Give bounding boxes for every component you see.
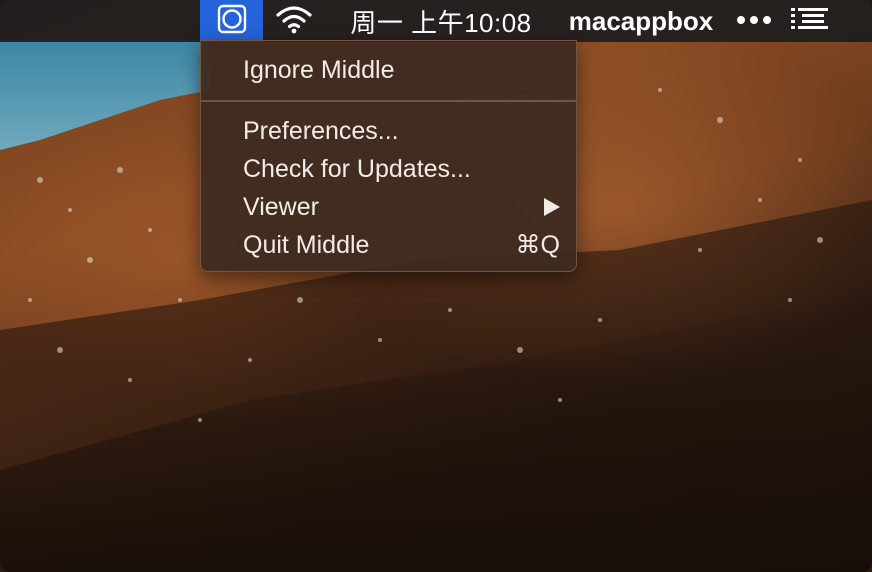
submenu-arrow-icon <box>544 198 560 216</box>
menu-item-label: Ignore Middle <box>243 55 395 84</box>
list-icon <box>791 7 829 36</box>
menu-bar: 周一 上午10:08 macappbox <box>0 0 872 42</box>
middle-dropdown-menu: Ignore Middle Preferences... Check for U… <box>200 40 577 272</box>
menu-item-label: Quit Middle <box>243 230 370 259</box>
menu-item-shortcut: ⌘Q <box>515 231 560 259</box>
user-account-menu[interactable]: macappbox <box>556 0 726 42</box>
menu-item-quit-middle[interactable]: Quit Middle ⌘Q <box>201 226 576 264</box>
menu-item-label: Check for Updates... <box>243 154 471 183</box>
wifi-icon <box>275 4 313 39</box>
middle-app-icon <box>217 4 247 39</box>
menu-item-label: Preferences... <box>243 116 399 145</box>
menu-bar-clock[interactable]: 周一 上午10:08 <box>338 0 544 42</box>
wifi-status-item[interactable] <box>270 0 318 42</box>
notification-center-button[interactable] <box>786 0 834 42</box>
more-menu-extras[interactable] <box>734 0 774 42</box>
menu-item-ignore-middle[interactable]: Ignore Middle <box>201 51 576 89</box>
menu-item-check-for-updates[interactable]: Check for Updates... <box>201 150 576 188</box>
menu-item-preferences[interactable]: Preferences... <box>201 112 576 150</box>
menu-item-label: Viewer <box>243 192 319 221</box>
ellipsis-icon <box>736 12 772 30</box>
menu-item-viewer[interactable]: Viewer <box>201 188 576 226</box>
menu-separator <box>201 100 576 102</box>
middle-app-menu-extra[interactable] <box>200 0 263 42</box>
